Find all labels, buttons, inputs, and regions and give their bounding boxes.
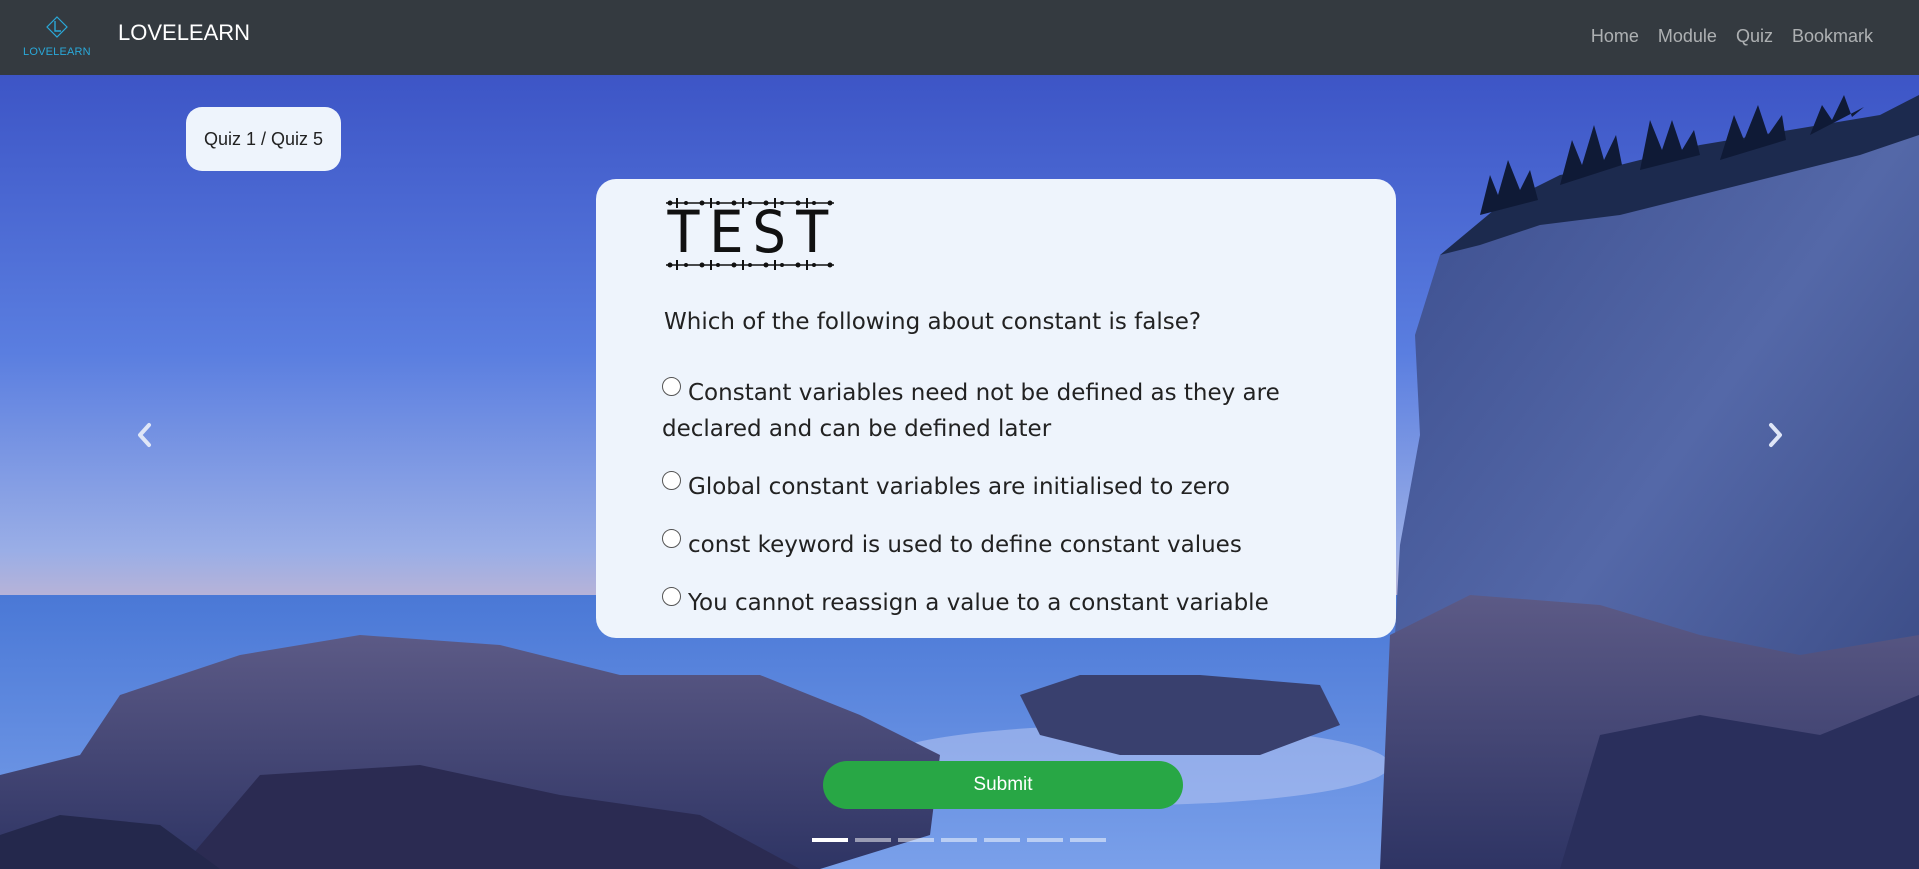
carousel-indicator-7[interactable] [1070,838,1106,842]
question-text: Which of the following about constant is… [664,309,1202,335]
answer-option-label: You cannot reassign a value to a constan… [688,590,1269,616]
answer-option-1[interactable]: Constant variables need not be defined a… [662,375,1382,469]
logo-text: LOVELEARN [23,46,91,58]
answer-option-label: Global constant variables are initialise… [688,474,1230,500]
test-title-graphic: TEST [666,191,838,271]
nav-bookmark[interactable]: Bookmark [1792,26,1873,47]
answer-option-label: Constant variables need not be defined a… [662,380,1280,442]
carousel-indicators [812,838,1106,842]
answer-option-2[interactable]: Global constant variables are initialise… [662,469,1382,527]
decorative-border-bottom [666,260,834,270]
carousel-indicator-6[interactable] [1027,838,1063,842]
logo-diamond-icon [46,16,68,38]
carousel-indicator-1[interactable] [812,838,848,842]
answer-option-label: const keyword is used to define constant… [688,532,1242,558]
carousel-indicator-4[interactable] [941,838,977,842]
nav-quiz[interactable]: Quiz [1736,26,1773,47]
quiz-card: TEST Which of the following about consta… [596,179,1396,638]
carousel-indicator-3[interactable] [898,838,934,842]
answer-option-3[interactable]: const keyword is used to define constant… [662,527,1382,585]
quiz-counter: Quiz 1 / Quiz 5 [186,107,341,171]
brand-name[interactable]: LOVELEARN [118,20,250,46]
submit-button[interactable]: Submit [823,761,1183,809]
radio-button[interactable] [662,587,681,606]
carousel-next-button[interactable] [1760,418,1790,452]
nav-module[interactable]: Module [1658,26,1717,47]
site-logo[interactable]: LOVELEARN [18,12,98,62]
answer-option-4[interactable]: You cannot reassign a value to a constan… [662,585,1382,625]
top-navbar: LOVELEARN LOVELEARN Home Module Quiz Boo… [0,0,1919,75]
chevron-right-icon [1769,423,1782,447]
answer-options: Constant variables need not be defined a… [662,375,1382,625]
chevron-left-icon [138,423,151,447]
radio-button[interactable] [662,377,681,396]
radio-button[interactable] [662,529,681,548]
carousel-indicator-5[interactable] [984,838,1020,842]
test-title: TEST [666,198,838,266]
carousel-indicator-2[interactable] [855,838,891,842]
nav-links: Home Module Quiz Bookmark [1591,26,1873,47]
radio-button[interactable] [662,471,681,490]
carousel-prev-button[interactable] [130,418,160,452]
nav-home[interactable]: Home [1591,26,1639,47]
